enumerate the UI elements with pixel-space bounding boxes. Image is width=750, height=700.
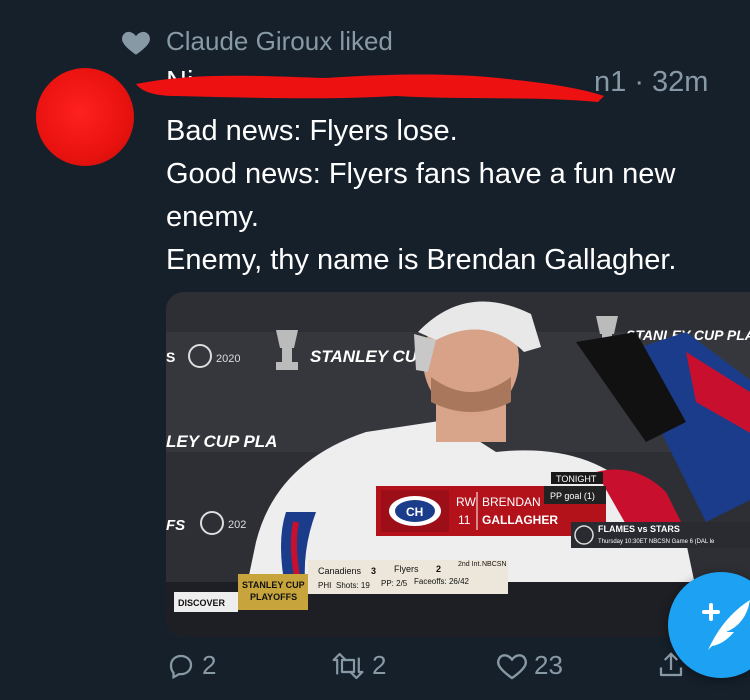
promo-line-1: FLAMES vs STARS [598,524,680,534]
promo-line-2: Thursday 10:30ET NBCSN Game 6 (DAL le [598,539,715,545]
period-label: 2nd Int. [458,561,481,568]
like-heart-icon [497,653,527,679]
tweet-media[interactable]: S 2020 STANLEY CU LEY CUP PLA FS 202 STA… [166,292,750,637]
player-number: 11 [458,513,471,527]
share-button[interactable] [656,650,686,680]
tweet-line: enemy. [166,201,259,233]
svg-text:S: S [166,349,175,365]
retweet-icon [332,652,364,679]
like-count: 23 [534,650,563,680]
player-position: RW [456,495,476,509]
avatar[interactable] [36,68,134,166]
heart-icon [120,28,152,56]
stats-team: PHI [318,581,331,590]
stat-pp: PP: 2/5 [381,579,408,588]
like-button[interactable]: 23 [496,650,563,681]
team-2-name: Flyers [394,564,419,574]
event-line-2: PLAYOFFS [250,592,297,602]
tweet-header: Ni n1 · 32m [136,66,750,106]
team-1-name: Canadiens [318,566,362,576]
team-2-score: 2 [436,564,441,574]
redaction-mark [136,74,604,102]
video-frame: S 2020 STANLEY CU LEY CUP PLA FS 202 STA… [166,292,750,637]
share-icon [659,652,683,677]
backdrop-year-2: 202 [228,519,246,531]
tweet-text: Bad news: Flyers lose. Good news: Flyers… [166,110,750,282]
stat-shots: Shots: 19 [336,581,370,590]
retweet-button[interactable]: 2 [330,650,386,681]
social-context: Claude Giroux liked [120,26,393,57]
player-stat: PP goal (1) [550,491,595,501]
network-label: NBCSN [482,561,507,568]
sponsor-label: DISCOVER [178,598,226,608]
tweet-line: Enemy, thy name is Brendan Gallagher. [166,244,677,276]
backdrop-left-text: LEY CUP PLA [166,432,277,451]
tweet-line: Bad news: Flyers lose. [166,115,458,147]
tonight-label: TONIGHT [556,474,597,484]
backdrop-stanley-cup: STANLEY CU [310,347,418,366]
event-line-1: STANLEY CUP [242,580,305,590]
handle-and-time[interactable]: n1 · 32m [594,66,708,99]
tweet-line: Good news: Flyers fans have a fun new [166,158,676,190]
player-last-name: GALLAGHER [482,513,558,527]
player-first-name: BRENDAN [482,495,541,509]
reply-count: 2 [202,650,217,680]
team-logo-icon: CH [406,505,423,519]
tweet-actions: 2 2 23 [0,650,750,700]
reply-icon [169,654,193,679]
retweet-count: 2 [372,650,387,680]
liked-by-text: Claude Giroux liked [166,26,393,56]
backdrop-fs: FS [166,517,185,534]
stat-faceoffs: Faceoffs: 26/42 [414,577,470,586]
reply-button[interactable]: 2 [166,650,216,681]
backdrop-year: 2020 [216,353,240,365]
team-1-score: 3 [371,566,376,576]
